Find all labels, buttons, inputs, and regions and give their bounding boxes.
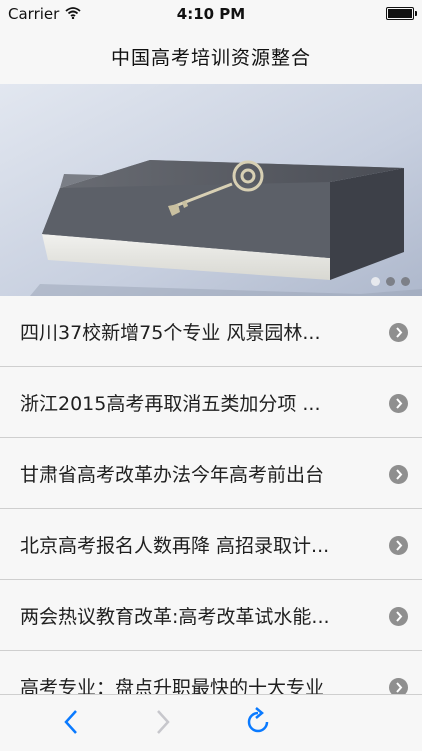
news-title: 浙江2015高考再取消五类加分项 ...	[20, 393, 321, 415]
page-title: 中国高考培训资源整合	[110, 46, 311, 69]
news-title: 四川37校新增75个专业 风景园林...	[20, 322, 321, 344]
banner-image	[0, 84, 422, 296]
news-title: 高考专业：盘点升职最快的十大专业	[20, 677, 325, 694]
chevron-left-icon	[64, 710, 77, 734]
back-button[interactable]	[54, 705, 88, 739]
chevron-right-icon	[389, 465, 408, 484]
pager-dot[interactable]	[386, 277, 395, 286]
news-title: 北京高考报名人数再降 高招录取计...	[20, 535, 330, 557]
list-item[interactable]: 高考专业：盘点升职最快的十大专业	[0, 651, 422, 694]
list-item[interactable]: 两会热议教育改革:高考改革试水能...	[0, 580, 422, 651]
refresh-icon	[247, 707, 269, 733]
chevron-right-icon	[389, 678, 408, 694]
forward-button[interactable]	[146, 705, 180, 739]
news-list: 四川37校新增75个专业 风景园林... 浙江2015高考再取消五类加分项 ..…	[0, 296, 422, 694]
list-item[interactable]: 甘肃省高考改革办法今年高考前出台	[0, 438, 422, 509]
carousel-pager[interactable]	[371, 277, 410, 286]
list-item[interactable]: 北京高考报名人数再降 高招录取计...	[0, 509, 422, 580]
pager-dot[interactable]	[371, 277, 380, 286]
chevron-right-icon	[389, 323, 408, 342]
battery-icon	[386, 7, 417, 20]
chevron-right-icon	[389, 536, 408, 555]
chevron-right-icon	[157, 710, 170, 734]
chevron-right-icon	[389, 607, 408, 626]
status-bar: Carrier 4:10 PM	[0, 0, 422, 28]
news-title: 甘肃省高考改革办法今年高考前出台	[20, 464, 325, 486]
news-title: 两会热议教育改革:高考改革试水能...	[20, 606, 330, 628]
chevron-right-icon	[389, 394, 408, 413]
pager-dot[interactable]	[401, 277, 410, 286]
list-item[interactable]: 浙江2015高考再取消五类加分项 ...	[0, 367, 422, 438]
banner-carousel[interactable]	[0, 84, 422, 296]
bottom-toolbar	[0, 694, 422, 751]
refresh-button[interactable]	[241, 705, 275, 739]
navigation-bar: 中国高考培训资源整合	[0, 28, 422, 84]
list-item[interactable]: 四川37校新增75个专业 风景园林...	[0, 296, 422, 367]
status-time: 4:10 PM	[176, 5, 246, 23]
